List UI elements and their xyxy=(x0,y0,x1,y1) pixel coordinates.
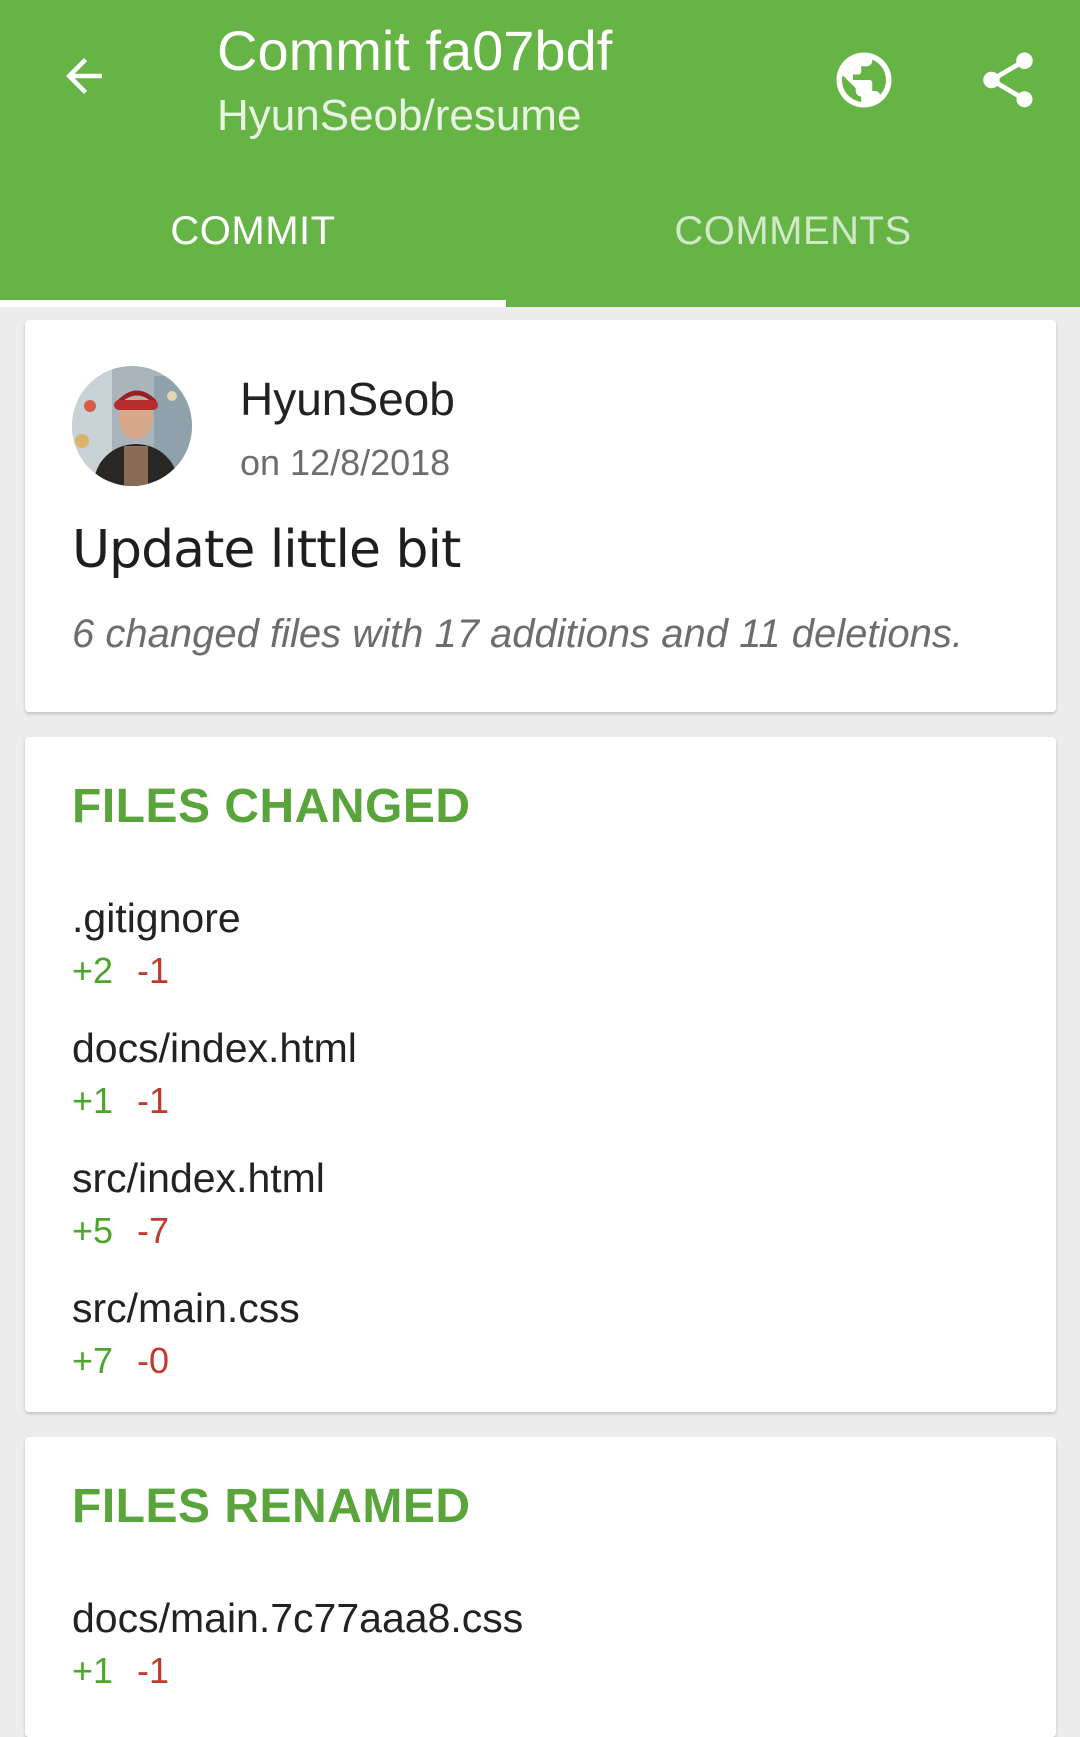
additions-count: +2 xyxy=(72,950,114,991)
deletions-count: -1 xyxy=(137,1650,170,1691)
file-name: src/main.css xyxy=(72,1285,300,1331)
file-row[interactable]: src/main.css +7 -0 xyxy=(72,1284,1012,1414)
files-renamed-list: docs/main.7c77aaa8.css +1 -1 xyxy=(72,1594,1012,1724)
deletions-count: -7 xyxy=(137,1210,170,1251)
additions-count: +1 xyxy=(72,1080,114,1121)
file-row[interactable]: src/index.html +5 -7 xyxy=(72,1154,1012,1284)
avatar-photo xyxy=(72,366,192,486)
files-renamed-card: FILES RENAMED docs/main.7c77aaa8.css +1-… xyxy=(25,1437,1056,1737)
additions-count: +1 xyxy=(72,1650,114,1691)
file-name: docs/index.html xyxy=(72,1025,357,1071)
file-row[interactable]: docs/main.7c77aaa8.css +1 -1 xyxy=(72,1594,1012,1724)
file-stats: +5 -7 xyxy=(72,1208,1012,1254)
tab-commit[interactable]: COMMIT xyxy=(0,200,506,307)
title-block: Commit fa07bdf HyunSeob/resume xyxy=(217,14,612,142)
file-row[interactable]: docs/index.html +1 -1 xyxy=(72,1024,1012,1154)
file-stats: +1 -1 xyxy=(72,1078,1012,1124)
file-stats: +1 -1 xyxy=(72,1648,1012,1694)
files-renamed-title: FILES RENAMED xyxy=(72,1480,471,1533)
open-in-browser-button[interactable] xyxy=(826,42,902,118)
deletions-count: -1 xyxy=(137,950,170,991)
commit-summary: 6 changed files with 17 additions and 11… xyxy=(72,612,963,656)
arrow-left-icon xyxy=(66,58,102,94)
commit-info-card: HyunSeob on 12/8/2018 Update little bit … xyxy=(25,320,1056,712)
file-stats: +2 -1 xyxy=(72,948,1012,994)
commit-author[interactable]: HyunSeob xyxy=(240,372,455,426)
page-title: Commit fa07bdf xyxy=(217,19,613,82)
share-button[interactable] xyxy=(970,42,1046,118)
back-button[interactable] xyxy=(48,40,120,112)
files-changed-list: .gitignore +2 -1 docs/index.html +1 -1 src… xyxy=(72,894,1012,1414)
tab-comments[interactable]: COMMENTS xyxy=(506,200,1080,307)
files-changed-card: FILES CHANGED .gitignore +2 -1 docs/index… xyxy=(25,737,1056,1412)
file-name: src/index.html xyxy=(72,1155,325,1201)
tab-indicator xyxy=(0,300,506,307)
commit-date: on 12/8/2018 xyxy=(240,442,451,483)
additions-count: +7 xyxy=(72,1340,114,1381)
avatar[interactable] xyxy=(72,366,192,486)
file-name: .gitignore xyxy=(72,895,241,941)
file-name: docs/main.7c77aaa8.css xyxy=(72,1595,524,1641)
app-bar: Commit fa07bdf HyunSeob/resume COMMIT CO… xyxy=(0,0,1080,307)
commit-message: Update little bit xyxy=(72,520,461,580)
file-row[interactable]: .gitignore +2 -1 xyxy=(72,894,1012,1024)
share-icon xyxy=(983,52,1033,108)
deletions-count: -0 xyxy=(137,1340,170,1381)
files-changed-title: FILES CHANGED xyxy=(72,780,471,833)
globe-icon xyxy=(836,52,892,108)
additions-count: +5 xyxy=(72,1210,114,1251)
file-stats: +7 -0 xyxy=(72,1338,1012,1384)
deletions-count: -1 xyxy=(137,1080,170,1121)
repo-subtitle[interactable]: HyunSeob/resume xyxy=(217,90,612,142)
